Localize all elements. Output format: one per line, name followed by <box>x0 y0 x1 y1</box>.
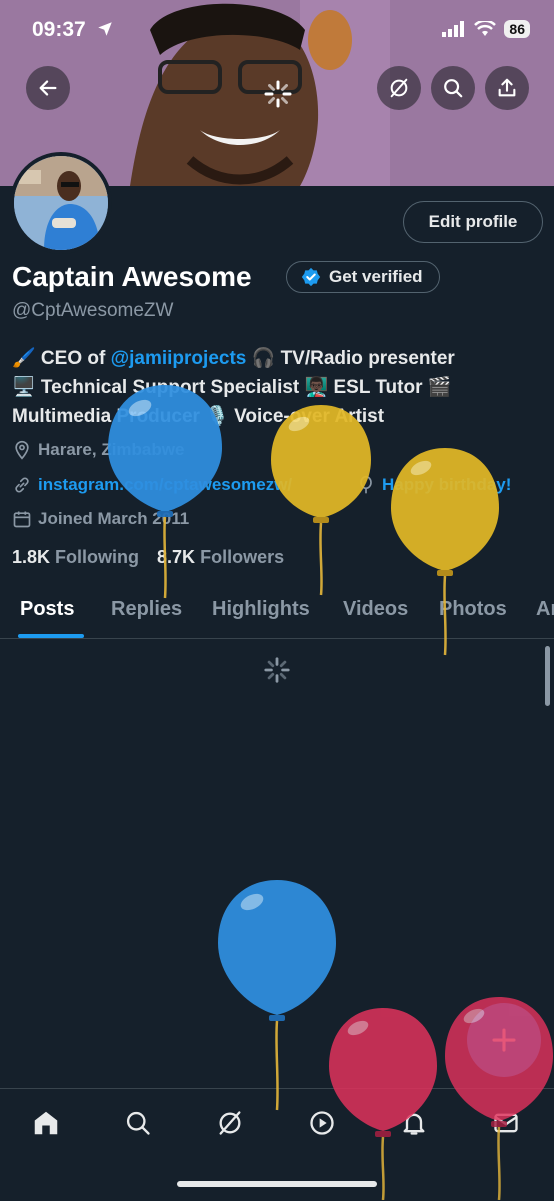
arrow-left-icon <box>39 80 57 96</box>
feed-loading-spinner <box>263 656 291 689</box>
balloon-icon <box>360 475 372 494</box>
profile-joined: Joined March 2011 <box>12 509 189 529</box>
wifi-icon <box>474 21 497 36</box>
plus-icon <box>492 1028 516 1052</box>
search-icon <box>444 79 463 98</box>
mail-icon <box>494 1113 518 1133</box>
nav-grok[interactable] <box>212 1105 248 1141</box>
bio-mention-link[interactable]: @jamiiprojects <box>111 348 247 369</box>
balloon-blue-bottom <box>218 880 336 1111</box>
tab-posts[interactable]: Posts <box>20 598 74 621</box>
grok-icon <box>219 1111 241 1135</box>
spinner-icon <box>264 80 292 108</box>
nav-home[interactable] <box>28 1105 64 1141</box>
signal-icon <box>442 21 465 37</box>
profile-birthday: Happy birthday! <box>356 475 511 495</box>
get-verified-button[interactable]: Get verified <box>286 261 440 293</box>
share-icon <box>498 78 516 97</box>
edit-profile-button[interactable]: Edit profile <box>403 201 543 243</box>
link-icon <box>15 477 29 493</box>
back-button[interactable] <box>26 66 70 110</box>
active-tab-indicator <box>18 634 84 638</box>
bell-icon <box>403 1113 425 1135</box>
balloon-yellow-middle <box>271 405 371 596</box>
bio-line-1: 🖌️ CEO of @jamiiprojects 🎧 TV/Radio pres… <box>12 348 455 369</box>
profile-tabs: Posts Replies Highlights Videos Photos A… <box>0 590 554 639</box>
search-icon <box>126 1111 150 1135</box>
play-icon <box>310 1111 334 1135</box>
status-time: 09:37 <box>32 18 114 42</box>
bio-line-3: Multimedia Producer 🎙️ Voice-over Artist <box>12 406 385 427</box>
grok-icon <box>390 78 408 98</box>
avatar[interactable] <box>10 152 112 254</box>
profile-bio: 🖌️ CEO of @jamiiprojects 🎧 TV/Radio pres… <box>12 344 542 431</box>
home-icon <box>34 1111 58 1135</box>
nav-search[interactable] <box>120 1105 156 1141</box>
tab-highlights[interactable]: Highlights <box>212 598 310 621</box>
nav-messages[interactable] <box>488 1105 524 1141</box>
following-link[interactable]: 1.8K Following <box>12 547 139 568</box>
share-button[interactable] <box>485 66 529 110</box>
spinner-icon <box>264 657 290 683</box>
battery-indicator: 86 <box>504 20 530 38</box>
profile-location: Harare, Zimbabwe <box>12 440 184 460</box>
search-button[interactable] <box>431 66 475 110</box>
nav-video[interactable] <box>304 1105 340 1141</box>
tab-articles[interactable]: Ar <box>536 598 554 621</box>
location-arrow-icon <box>97 22 112 36</box>
tab-replies[interactable]: Replies <box>111 598 182 621</box>
location-pin-icon <box>15 440 29 460</box>
grok-button[interactable] <box>377 66 421 110</box>
verified-badge-icon <box>301 267 321 287</box>
get-verified-label: Get verified <box>329 267 423 286</box>
follow-stats: 1.8K Following 8.7K Followers <box>12 547 284 568</box>
avatar-photo <box>14 156 108 250</box>
status-indicators: 86 <box>442 20 530 38</box>
bio-line-2: 🖥️ Technical Support Specialist 👨🏿‍🏫 ESL… <box>12 377 452 398</box>
tab-videos[interactable]: Videos <box>343 598 408 621</box>
followers-link[interactable]: 8.7K Followers <box>157 547 284 568</box>
tab-photos[interactable]: Photos <box>439 598 507 621</box>
profile-website[interactable]: instagram.com/cptawesomezw/ <box>12 475 292 495</box>
scrollbar[interactable] <box>545 646 550 706</box>
calendar-icon <box>13 511 31 528</box>
nav-notifications[interactable] <box>396 1105 432 1141</box>
profile-handle: @CptAwesomeZW <box>12 300 174 321</box>
compose-button[interactable] <box>467 1003 541 1077</box>
home-indicator <box>177 1181 377 1187</box>
profile-name: Captain Awesome <box>12 261 252 292</box>
loading-spinner <box>263 79 293 114</box>
